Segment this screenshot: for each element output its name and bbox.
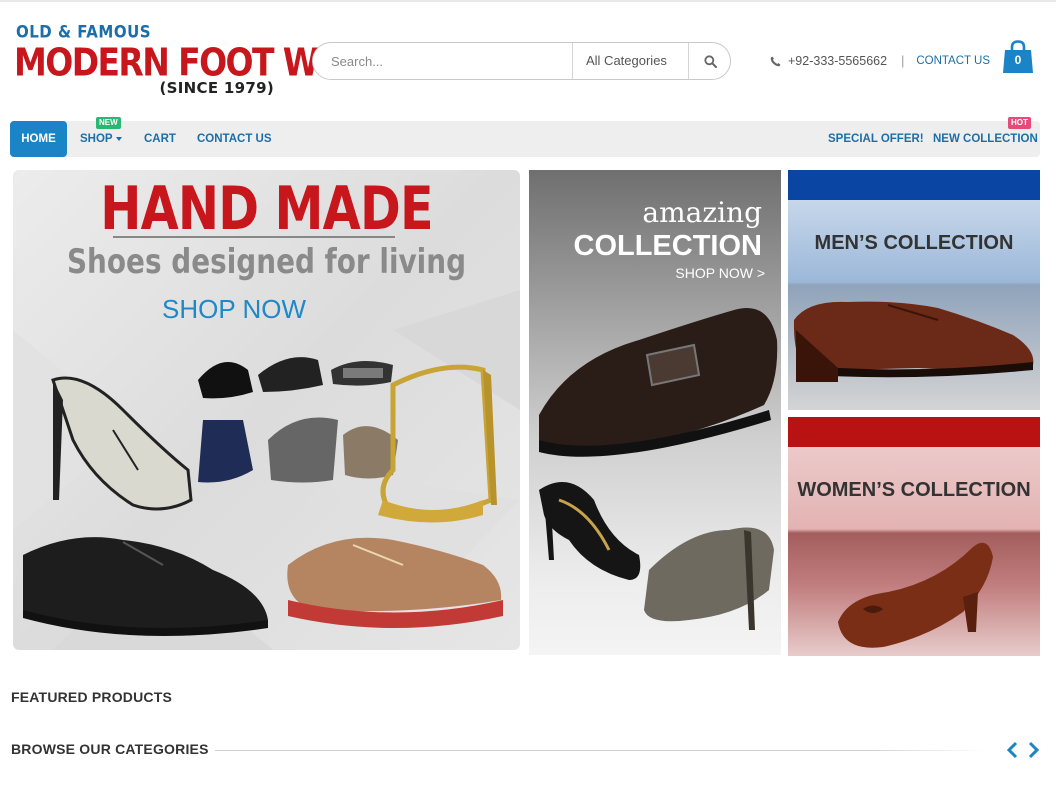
- cart-count: 0: [1014, 53, 1022, 67]
- section-divider: [215, 750, 985, 751]
- phone-icon: [770, 56, 781, 67]
- mens-collection-banner[interactable]: MEN’S COLLECTION: [788, 170, 1040, 410]
- cart-button[interactable]: 0: [1002, 40, 1034, 74]
- header-contact-link[interactable]: CONTACT US: [916, 55, 990, 67]
- divider: |: [901, 54, 905, 68]
- nav-shop-label: SHOP: [80, 133, 113, 145]
- logo-tagline: OLD & FAMOUS: [16, 22, 152, 42]
- header-contact: +92-333-5565662 | CONTACT US: [770, 52, 990, 70]
- nav-home[interactable]: HOME: [10, 121, 67, 157]
- phone-number: +92-333-5565662: [788, 54, 888, 68]
- womens-collection-banner[interactable]: WOMEN’S COLLECTION: [788, 417, 1040, 656]
- chevron-right-icon[interactable]: [1026, 741, 1040, 759]
- main-nav: HOME SHOP NEW CART CONTACT US SPECIAL OF…: [10, 117, 1040, 157]
- browse-categories-heading: BROWSE OUR CATEGORIES: [11, 741, 209, 757]
- nav-cart[interactable]: CART: [144, 121, 176, 157]
- shoe-collage-image: [23, 357, 503, 636]
- site-logo[interactable]: OLD & FAMOUS MODERN FOOT WEAR (SINCE 197…: [14, 20, 388, 100]
- new-badge: NEW: [96, 117, 121, 129]
- amazing-collection-banner[interactable]: amazing COLLECTION SHOP NOW >: [529, 170, 781, 655]
- search-button[interactable]: [690, 43, 730, 79]
- logo-since: (SINCE 1979): [159, 79, 274, 97]
- nav-contact-us[interactable]: CONTACT US: [197, 121, 272, 157]
- hot-badge: HOT: [1008, 117, 1031, 129]
- search-icon: [704, 54, 717, 68]
- handmade-banner[interactable]: HAND MADE Shoes designed for living SHOP…: [13, 170, 520, 650]
- mens-shoe-image: [793, 301, 1034, 382]
- search-input[interactable]: [313, 43, 571, 79]
- category-select[interactable]: All Categories: [572, 43, 689, 79]
- featured-products-heading: FEATURED PRODUCTS: [11, 689, 173, 705]
- chevron-left-icon[interactable]: [1006, 741, 1020, 759]
- nav-special-offer[interactable]: SPECIAL OFFER!: [828, 121, 924, 157]
- caret-down-icon: [115, 136, 122, 141]
- top-border: [0, 0, 1056, 2]
- womens-shoe-image: [838, 542, 993, 648]
- search-bar: All Categories: [312, 42, 731, 80]
- loafer-and-heels-image: [539, 308, 778, 630]
